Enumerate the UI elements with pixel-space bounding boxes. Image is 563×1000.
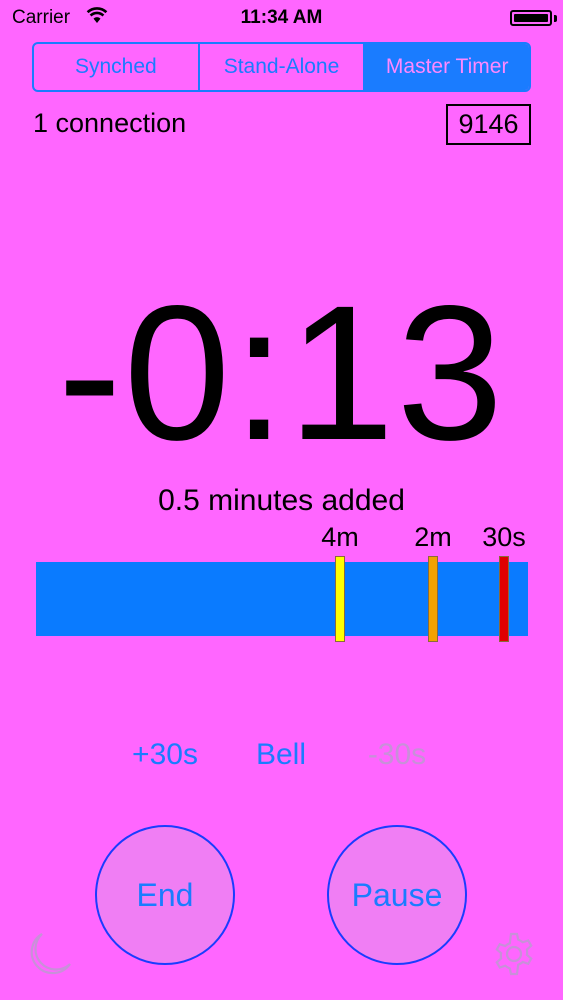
added-time-message: 0.5 minutes added [158,484,405,517]
marker-label-30s: 30s [482,522,526,552]
marker-2m [428,556,438,642]
subtract-30s-button: -30s [367,738,427,771]
add-30s-button[interactable]: +30s [132,738,198,772]
marker-4m [335,556,345,642]
bell-button[interactable]: Bell [256,738,306,772]
session-code: 9146 [446,104,531,145]
pause-button[interactable]: Pause [327,825,467,965]
moon-icon[interactable] [24,928,76,985]
battery-tip [554,15,557,22]
gear-icon[interactable] [490,930,538,983]
status-bar: Carrier 11:34 AM [0,0,563,38]
timer-display: -0:13 [57,265,506,480]
status-time: 11:34 AM [240,7,323,28]
marker-30s [499,556,509,642]
end-button[interactable]: End [95,825,235,965]
segment-master-timer[interactable]: Master Timer [363,44,529,90]
connection-status: 1 connection [33,108,187,138]
time-progress-bar [36,562,528,636]
mode-segmented-control: Synched Stand-Alone Master Timer [32,42,531,92]
segment-stand-alone[interactable]: Stand-Alone [197,44,364,90]
segment-synched[interactable]: Synched [34,44,198,90]
marker-label-2m: 2m [414,522,452,552]
marker-label-4m: 4m [321,522,359,552]
battery-icon [510,10,552,26]
